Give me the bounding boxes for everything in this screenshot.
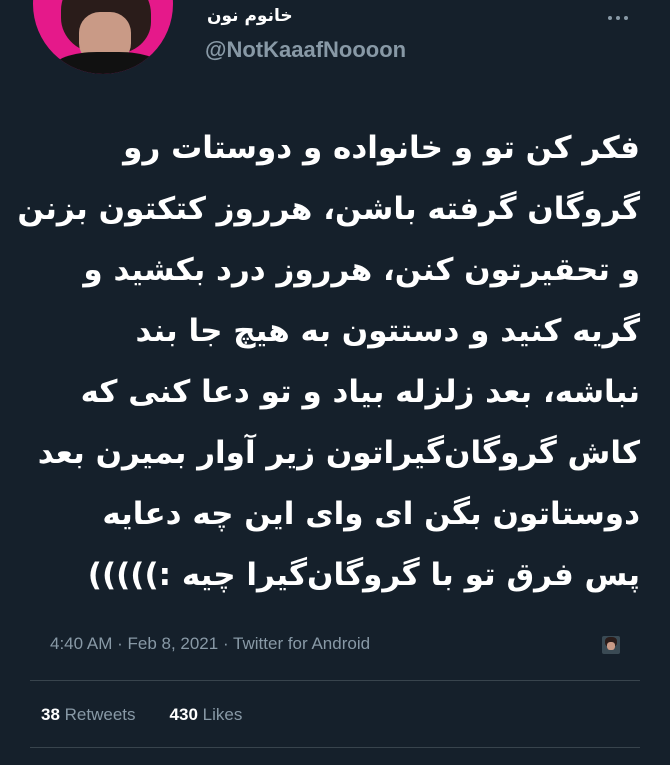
meta-separator: · xyxy=(112,634,128,653)
avatar-shirt xyxy=(53,52,163,74)
tweet-line: فکر کن تو و خانواده و دوستات رو xyxy=(123,130,640,166)
mini-avatar-icon xyxy=(602,636,620,654)
divider xyxy=(30,680,640,681)
tweet-line: گروگان گرفته باشن، هرروز کتکتون بزنن xyxy=(17,191,640,227)
tweet-date[interactable]: Feb 8, 2021 xyxy=(127,634,218,653)
tweet-line: کاش گروگان‌گیراتون زیر آوار بمیرن بعد xyxy=(37,435,640,471)
avatar[interactable] xyxy=(33,0,173,74)
retweets-link[interactable]: 38 Retweets xyxy=(41,705,136,724)
meta-separator: · xyxy=(218,634,234,653)
display-name[interactable]: خانوم نون xyxy=(207,6,293,26)
tweet-text: فکر کن تو و خانواده و دوستات رو گروگان گ… xyxy=(17,118,640,606)
username[interactable]: @NotKaaafNoooon xyxy=(205,37,406,63)
tweet-line: گریه کنید و دستتون به هیچ جا بند xyxy=(135,313,640,349)
retweets-count: 38 xyxy=(41,705,60,724)
tweet-source[interactable]: Twitter for Android xyxy=(233,634,370,653)
tweet-meta: 4:40 AM · Feb 8, 2021 · Twitter for Andr… xyxy=(50,634,370,654)
likes-label: Likes xyxy=(202,705,243,724)
likes-link[interactable]: 430 Likes xyxy=(170,705,243,724)
likes-count: 430 xyxy=(169,705,198,724)
tweet-line: پس فرق تو با گروگان‌گیرا چیه :))))) xyxy=(87,557,640,593)
tweet-stats: 38 Retweets 430 Likes xyxy=(41,705,276,725)
retweets-label: Retweets xyxy=(64,705,136,724)
tweet-line: دوستاتون بگن ای وای این چه دعایه xyxy=(102,496,640,532)
more-options-icon[interactable] xyxy=(603,6,633,30)
tweet-line: و تحقیرتون کنن، هرروز درد بکشید و xyxy=(83,252,640,288)
tweet-line: نباشه، بعد زلزله بیاد و تو دعا کنی که xyxy=(80,374,640,410)
divider xyxy=(30,747,640,748)
tweet-time[interactable]: 4:40 AM xyxy=(50,634,112,653)
